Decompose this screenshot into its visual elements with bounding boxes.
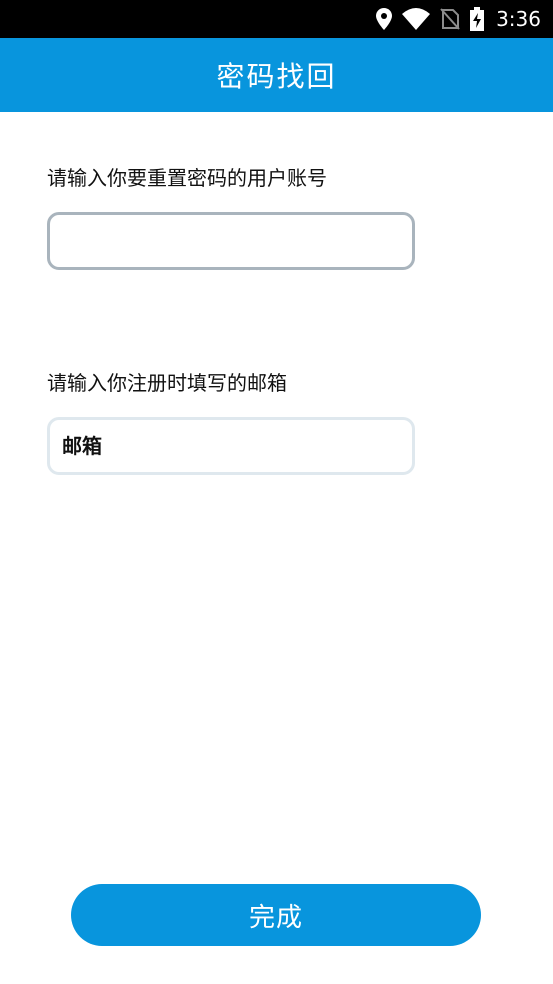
battery-charging-icon <box>470 7 485 31</box>
complete-button[interactable]: 完成 <box>71 884 481 946</box>
status-icons: 3:36 <box>376 0 541 38</box>
location-icon <box>376 8 393 30</box>
screen: 3:36 密码找回 请输入你要重置密码的用户账号 请输入你注册时填写的邮箱 完成 <box>0 0 553 984</box>
email-field-container <box>47 417 415 475</box>
email-input[interactable] <box>50 420 412 472</box>
email-label: 请输入你注册时填写的邮箱 <box>47 371 287 395</box>
username-label: 请输入你要重置密码的用户账号 <box>47 166 327 190</box>
page-title: 密码找回 <box>216 60 337 93</box>
no-sim-icon <box>440 8 460 30</box>
username-input[interactable] <box>50 215 412 267</box>
status-time: 3:36 <box>496 7 541 31</box>
wifi-icon <box>402 8 431 30</box>
status-bar: 3:36 <box>0 0 553 38</box>
app-bar: 密码找回 <box>0 38 553 112</box>
username-field-container <box>47 212 415 270</box>
